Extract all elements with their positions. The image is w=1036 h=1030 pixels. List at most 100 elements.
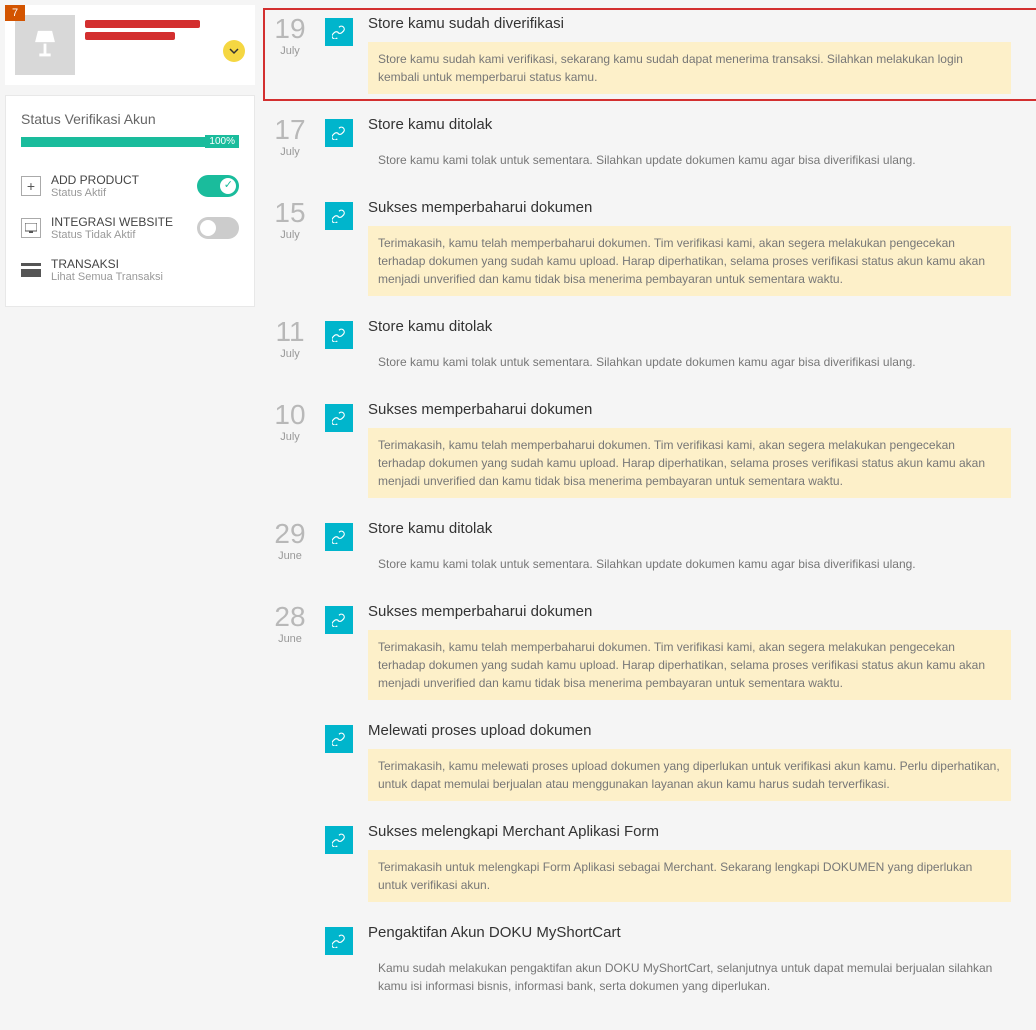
date-column: 10 July: [270, 401, 310, 443]
date-day: 17: [270, 116, 310, 144]
date-day: 28: [270, 603, 310, 631]
timeline-item: 11 July Store kamu ditolak Store kamu kam…: [270, 318, 1031, 379]
link-icon-box[interactable]: [325, 725, 353, 753]
timeline-description: Store kamu sudah kami verifikasi, sekara…: [368, 42, 1011, 94]
timeline-title: Sukses memperbaharui dokumen: [368, 199, 1011, 216]
menu-item-title: INTEGRASI WEBSITE: [51, 215, 187, 229]
date-month: July: [270, 431, 310, 443]
link-icon-box[interactable]: [325, 18, 353, 46]
timeline-title: Sukses memperbaharui dokumen: [368, 401, 1011, 418]
timeline-title: Store kamu ditolak: [368, 116, 1011, 133]
timeline-title: Sukses melengkapi Merchant Aplikasi Form: [368, 823, 1011, 840]
date-column: 15 July: [270, 199, 310, 241]
link-icon-box[interactable]: [325, 321, 353, 349]
link-icon-box[interactable]: [325, 523, 353, 551]
date-day: 29: [270, 520, 310, 548]
date-column: 28 June: [270, 603, 310, 645]
menu-item-title: TRANSAKSI: [51, 257, 239, 271]
avatar: [15, 15, 75, 75]
timeline-title: Store kamu sudah diverifikasi: [368, 15, 1011, 32]
date-month: July: [270, 348, 310, 360]
profile-name-redacted: [85, 15, 213, 44]
timeline-description: Terimakasih, kamu telah memperbaharui do…: [368, 630, 1011, 700]
link-icon-box[interactable]: [325, 404, 353, 432]
menu-item-sub: Lihat Semua Transaksi: [51, 271, 239, 283]
timeline-description: Terimakasih, kamu telah memperbaharui do…: [368, 226, 1011, 296]
timeline-title: Store kamu ditolak: [368, 318, 1011, 335]
link-icon: [332, 732, 346, 746]
progress-bar: 100%: [21, 137, 239, 147]
link-icon-box[interactable]: [325, 119, 353, 147]
timeline-item: Melewati proses upload dokumen Terimakas…: [270, 722, 1031, 801]
timeline-content: Store kamu ditolak Store kamu kami tolak…: [368, 318, 1031, 379]
date-month: July: [270, 229, 310, 241]
timeline-description: Store kamu kami tolak untuk sementara. S…: [368, 143, 1011, 177]
date-column: 17 July: [270, 116, 310, 158]
timeline-content: Store kamu ditolak Store kamu kami tolak…: [368, 520, 1031, 581]
timeline-item: Sukses melengkapi Merchant Aplikasi Form…: [270, 823, 1031, 902]
expand-button[interactable]: [223, 40, 245, 62]
timeline-item: 19July Store kamu sudah diverifikasi Sto…: [270, 15, 1031, 94]
link-icon: [332, 530, 346, 544]
timeline-title: Store kamu ditolak: [368, 520, 1011, 537]
date-day: 10: [270, 401, 310, 429]
date-day: 15: [270, 199, 310, 227]
timeline-content: Sukses memperbaharui dokumen Terimakasih…: [368, 603, 1031, 700]
menu-item-title: ADD PRODUCT: [51, 173, 187, 187]
date-day: 11: [270, 318, 310, 346]
status-card: Status Verifikasi Akun 100% + ADD PRODUCT…: [5, 95, 255, 307]
timeline-item: Pengaktifan Akun DOKU MyShortCart Kamu s…: [270, 924, 1031, 1003]
menu-item-sub: Status Aktif: [51, 187, 187, 199]
menu-item-sub: Status Tidak Aktif: [51, 229, 187, 241]
date-column: 19July: [270, 15, 310, 57]
timeline-description: Terimakasih, kamu melewati proses upload…: [368, 749, 1011, 801]
link-icon: [332, 126, 346, 140]
timeline-content: Sukses memperbaharui dokumen Terimakasih…: [368, 199, 1031, 296]
timeline-content: Store kamu sudah diverifikasi Store kamu…: [368, 15, 1031, 94]
toggle-switch[interactable]: [197, 217, 239, 239]
date-month: June: [270, 633, 310, 645]
link-icon-box[interactable]: [325, 927, 353, 955]
timeline-item: 17 July Store kamu ditolak Store kamu kam…: [270, 116, 1031, 177]
date-month: June: [270, 550, 310, 562]
link-icon: [332, 613, 346, 627]
link-icon: [332, 833, 346, 847]
timeline-item: 15 July Sukses memperbaharui dokumen Teri…: [270, 199, 1031, 296]
timeline-description: Terimakasih untuk melengkapi Form Aplika…: [368, 850, 1011, 902]
timeline-title: Melewati proses upload dokumen: [368, 722, 1011, 739]
card-icon: [21, 263, 41, 277]
link-icon: [332, 209, 346, 223]
notification-badge[interactable]: 7: [5, 5, 25, 21]
monitor-icon: [21, 218, 41, 238]
timeline-item: 10 July Sukses memperbaharui dokumen Teri…: [270, 401, 1031, 498]
timeline-content: Store kamu ditolak Store kamu kami tolak…: [368, 116, 1031, 177]
timeline-description: Store kamu kami tolak untuk sementara. S…: [368, 547, 1011, 581]
toggle-switch[interactable]: [197, 175, 239, 197]
sidebar-item-add-product[interactable]: + ADD PRODUCTStatus Aktif: [21, 165, 239, 207]
timeline-description: Store kamu kami tolak untuk sementara. S…: [368, 345, 1011, 379]
timeline-title: Sukses memperbaharui dokumen: [368, 603, 1011, 620]
profile-card: 7: [5, 5, 255, 85]
status-title: Status Verifikasi Akun: [21, 111, 239, 127]
plus-icon: +: [21, 176, 41, 196]
link-icon: [332, 25, 346, 39]
date-column: 11 July: [270, 318, 310, 360]
timeline-content: Melewati proses upload dokumen Terimakas…: [368, 722, 1031, 801]
timeline-description: Terimakasih, kamu telah memperbaharui do…: [368, 428, 1011, 498]
timeline-content: Sukses memperbaharui dokumen Terimakasih…: [368, 401, 1031, 498]
link-icon-box[interactable]: [325, 826, 353, 854]
link-icon-box[interactable]: [325, 202, 353, 230]
timeline: 19July Store kamu sudah diverifikasi Sto…: [270, 5, 1031, 1025]
date-month: July: [270, 146, 310, 158]
link-icon: [332, 934, 346, 948]
timeline-title: Pengaktifan Akun DOKU MyShortCart: [368, 924, 1011, 941]
timeline-content: Sukses melengkapi Merchant Aplikasi Form…: [368, 823, 1031, 902]
progress-label: 100%: [205, 135, 239, 148]
link-icon: [332, 328, 346, 342]
date-column: 29 June: [270, 520, 310, 562]
sidebar-item-transaksi[interactable]: TRANSAKSILihat Semua Transaksi: [21, 249, 239, 291]
timeline-item: 29 June Store kamu ditolak Store kamu kam…: [270, 520, 1031, 581]
sidebar-item-integrasi-website[interactable]: INTEGRASI WEBSITEStatus Tidak Aktif: [21, 207, 239, 249]
timeline-item: 28 June Sukses memperbaharui dokumen Teri…: [270, 603, 1031, 700]
link-icon-box[interactable]: [325, 606, 353, 634]
